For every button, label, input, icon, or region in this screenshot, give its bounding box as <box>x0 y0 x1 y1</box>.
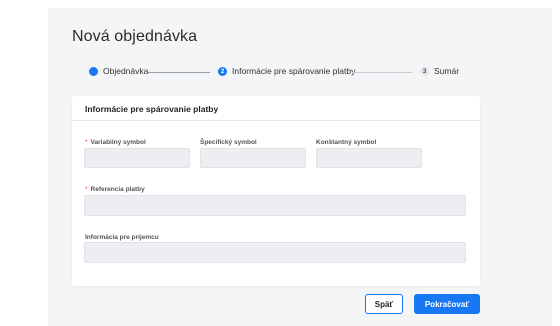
step-label: Sumár <box>434 66 460 76</box>
recipient-info-label: Informácia pre prijemcu <box>85 234 159 241</box>
required-mark: * <box>85 139 88 146</box>
specific-symbol-input[interactable] <box>200 148 306 168</box>
required-mark: * <box>85 186 88 193</box>
payment-info-card: Informácie pre spárovanie platby * Variab… <box>72 96 480 286</box>
continue-button[interactable]: Pokračovať <box>414 294 480 314</box>
step-order[interactable]: Objednávka <box>89 66 148 76</box>
step-connector <box>352 72 412 73</box>
payment-reference-label: * Referencia platby <box>85 186 145 193</box>
constant-symbol-label: Konštantný symbol <box>316 139 377 146</box>
specific-symbol-label: Špecifický symbol <box>200 139 257 146</box>
stepper: Objednávka 2 Informácie pre spárovanie p… <box>0 66 560 80</box>
filled-circle-icon <box>89 66 98 76</box>
step-label: Objednávka <box>103 66 149 76</box>
step-payment-info[interactable]: 2 Informácie pre spárovanie platby <box>218 66 355 76</box>
step-label: Informácie pre spárovanie platby <box>232 66 356 76</box>
step-number-badge: 2 <box>218 66 227 76</box>
card-title: Informácie pre spárovanie platby <box>85 104 219 114</box>
payment-reference-input[interactable] <box>84 195 466 216</box>
step-connector <box>148 72 210 73</box>
page-title: Nová objednávka <box>72 28 198 45</box>
card-header: Informácie pre spárovanie platby <box>72 96 480 121</box>
back-button[interactable]: Späť <box>365 294 403 314</box>
variable-symbol-input[interactable] <box>84 148 190 168</box>
step-number-badge: 3 <box>420 66 429 76</box>
constant-symbol-input[interactable] <box>316 148 422 168</box>
step-summary[interactable]: 3 Sumár <box>420 66 459 76</box>
recipient-info-input[interactable] <box>84 242 466 263</box>
variable-symbol-label: * Variabilný symbol <box>85 139 146 146</box>
